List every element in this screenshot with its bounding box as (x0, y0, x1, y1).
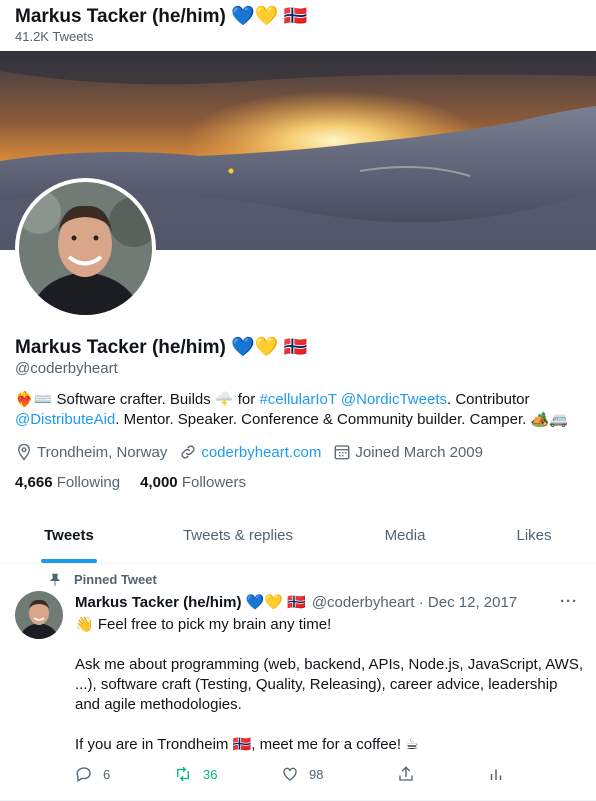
pinned-text: Pinned Tweet (74, 572, 157, 587)
website-item[interactable]: coderbyheart.com (179, 443, 321, 461)
tab-likes[interactable]: Likes (472, 510, 596, 563)
pinned-tweet[interactable]: Pinned Tweet Markus Tacker (he/him) 💙💛 🇳… (0, 565, 596, 801)
following-link[interactable]: 4,666 Following (15, 474, 120, 491)
pin-icon (49, 573, 61, 586)
tweet-text: 👋 Feel free to pick my brain any time! A… (75, 615, 585, 775)
reply-button[interactable]: 6 (75, 765, 173, 783)
link-icon (181, 445, 195, 459)
share-button[interactable] (397, 765, 487, 783)
tweet-line: 👋 Feel free to pick my brain any time! (75, 616, 332, 633)
mention-link-nordic[interactable]: @NordicTweets (341, 391, 447, 408)
tab-tweets-replies[interactable]: Tweets & replies (138, 510, 338, 563)
calendar-icon (334, 445, 350, 460)
profile-header: Markus Tacker (he/him) 💙💛 🇳🇴 41.2K Tweet… (0, 0, 596, 51)
bio-text: ❤️‍🔥⌨️ Software crafter. Builds 🌩️ for (15, 391, 260, 408)
analytics-button[interactable] (487, 765, 505, 783)
followers-count: 4,000 (140, 474, 178, 491)
like-button[interactable]: 98 (281, 765, 397, 783)
pinned-label: Pinned Tweet (48, 572, 157, 587)
joined-item: Joined March 2009 (333, 443, 483, 461)
mention-link-distributeaid[interactable]: @DistributeAid (15, 411, 115, 428)
profile-handle: @coderbyheart (15, 360, 118, 377)
tweet-actions: 6 36 98 (75, 765, 515, 783)
profile-avatar[interactable] (15, 178, 156, 319)
retweet-count: 36 (203, 766, 218, 782)
analytics-icon (490, 769, 502, 780)
followers-label: Followers (181, 474, 246, 491)
location-item: Trondheim, Norway (15, 443, 167, 461)
more-options-icon[interactable]: ··· (560, 593, 578, 610)
bio-text: . Mentor. Speaker. Conference & Communit… (115, 411, 568, 428)
share-icon (399, 766, 413, 781)
follow-stats: 4,666 Following 4,000 Followers (15, 474, 246, 491)
profile-meta: Trondheim, Norway coderbyheart.com Joine… (15, 443, 483, 461)
hashtag-link[interactable]: #cellularIoT (259, 391, 336, 408)
tab-media[interactable]: Media (338, 510, 472, 563)
like-count: 98 (309, 766, 324, 782)
joined-text: Joined March 2009 (355, 443, 483, 461)
header-name: Markus Tacker (he/him) 💙💛 🇳🇴 (15, 6, 308, 27)
tweet-line: Ask me about programming (web, backend, … (75, 656, 584, 713)
profile-bio: ❤️‍🔥⌨️ Software crafter. Builds 🌩️ for #… (15, 390, 585, 430)
reply-icon (76, 767, 91, 782)
heart-icon (283, 767, 297, 781)
reply-count: 6 (103, 766, 111, 782)
location-icon (18, 443, 30, 461)
profile-tabs: Tweets Tweets & replies Media Likes (0, 510, 596, 564)
tweet-count: 41.2K Tweets (15, 29, 94, 44)
retweet-icon (177, 766, 189, 782)
bio-text: . Contributor (446, 391, 530, 408)
tweet-line: If you are in Trondheim 🇳🇴, meet me for … (75, 736, 419, 753)
following-label: Following (56, 474, 121, 491)
tweet-handle-date[interactable]: @coderbyheart · Dec 12, 2017 (312, 594, 517, 611)
website-link[interactable]: coderbyheart.com (201, 444, 321, 461)
location-text: Trondheim, Norway (37, 443, 168, 461)
followers-link[interactable]: 4,000 Followers (140, 474, 246, 491)
profile-name: Markus Tacker (he/him) 💙💛 🇳🇴 (15, 337, 308, 358)
retweet-button[interactable]: 36 (173, 765, 281, 783)
tweet-header: Markus Tacker (he/him) 💙💛 🇳🇴 @coderbyhea… (75, 593, 517, 612)
tab-tweets[interactable]: Tweets (0, 510, 138, 563)
tweet-avatar[interactable] (15, 591, 63, 639)
tweet-author[interactable]: Markus Tacker (he/him) 💙💛 🇳🇴 (75, 593, 306, 611)
following-count: 4,666 (15, 474, 53, 491)
